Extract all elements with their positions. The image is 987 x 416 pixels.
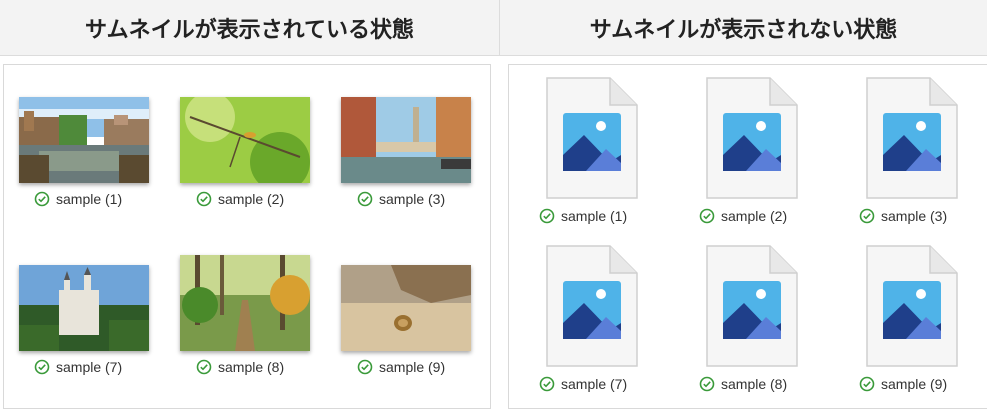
image-file-icon[interactable]	[546, 77, 638, 199]
sync-status-check-icon	[357, 191, 373, 207]
image-thumbnail[interactable]	[19, 97, 149, 183]
file-name-label[interactable]: sample (7)	[34, 359, 122, 375]
image-file-icon[interactable]	[866, 77, 958, 199]
file-name-label[interactable]: sample (7)	[539, 376, 627, 392]
image-thumbnail[interactable]	[341, 97, 471, 183]
image-file-icon[interactable]	[706, 245, 798, 367]
sync-status-check-icon	[859, 208, 875, 224]
thumbnails-shown-header: サムネイルが表示されている状態	[0, 0, 500, 56]
sync-status-check-icon	[357, 359, 373, 375]
file-name-label[interactable]: sample (9)	[859, 376, 947, 392]
file-name-label[interactable]: sample (1)	[34, 191, 122, 207]
sync-status-check-icon	[539, 208, 555, 224]
image-file-icon[interactable]	[706, 77, 798, 199]
explorer-view-thumbnails: sample (1) sample (2) sample (3) sample …	[3, 64, 491, 409]
image-thumbnail[interactable]	[180, 97, 310, 183]
file-name-label[interactable]: sample (8)	[196, 359, 284, 375]
thumbnails-hidden-header: サムネイルが表示されない状態	[500, 0, 987, 56]
sync-status-check-icon	[539, 376, 555, 392]
sync-status-check-icon	[34, 359, 50, 375]
sync-status-check-icon	[699, 208, 715, 224]
file-name-label[interactable]: sample (1)	[539, 208, 627, 224]
sync-status-check-icon	[859, 376, 875, 392]
sync-status-check-icon	[34, 191, 50, 207]
file-name-label[interactable]: sample (2)	[196, 191, 284, 207]
image-file-icon[interactable]	[866, 245, 958, 367]
file-name-label[interactable]: sample (2)	[699, 208, 787, 224]
sync-status-check-icon	[196, 191, 212, 207]
image-thumbnail[interactable]	[180, 255, 310, 351]
image-file-icon[interactable]	[546, 245, 638, 367]
image-thumbnail[interactable]	[341, 265, 471, 351]
file-name-label[interactable]: sample (3)	[357, 191, 445, 207]
explorer-view-no-thumbnails: sample (1) sample (2) sample (3) sample …	[508, 64, 987, 409]
file-name-label[interactable]: sample (8)	[699, 376, 787, 392]
file-name-label[interactable]: sample (3)	[859, 208, 947, 224]
sync-status-check-icon	[699, 376, 715, 392]
sync-status-check-icon	[196, 359, 212, 375]
file-name-label[interactable]: sample (9)	[357, 359, 445, 375]
image-thumbnail[interactable]	[19, 265, 149, 351]
